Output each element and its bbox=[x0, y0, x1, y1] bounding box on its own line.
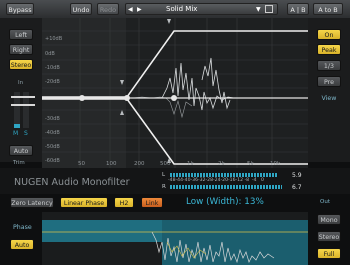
trim-fader-handle[interactable] bbox=[11, 96, 35, 98]
freq-scale: 50 100 200 500 1k 2k 5k 10k bbox=[78, 161, 281, 167]
stereo-channel-button[interactable]: Stereo bbox=[9, 59, 33, 70]
preset-prev-icon[interactable]: ◀ bbox=[128, 4, 136, 15]
brand-title: NUGEN Audio Monofilter bbox=[14, 177, 130, 188]
meter-l-value: 5.9 bbox=[292, 172, 302, 179]
top-toolbar: Bypass Undo Redo ◀ ▶ Solid Mix ▼ A | B A… bbox=[0, 0, 350, 19]
trim-fader-handle-s[interactable] bbox=[11, 104, 35, 106]
display-on-button[interactable]: On bbox=[317, 29, 341, 40]
node-crossover[interactable] bbox=[124, 95, 130, 101]
view-button[interactable]: View bbox=[317, 95, 341, 102]
phase-auto-button[interactable]: Auto bbox=[10, 239, 34, 250]
undo-button[interactable]: Undo bbox=[70, 3, 92, 15]
pre-button[interactable]: Pre bbox=[317, 76, 341, 87]
zero-latency-button[interactable]: Zero Latency bbox=[10, 197, 54, 208]
s-label: S bbox=[24, 130, 28, 137]
linear-phase-button[interactable]: Linear Phase bbox=[60, 197, 108, 208]
phase-label: Phase bbox=[13, 224, 32, 231]
meter-l-label: L bbox=[162, 172, 166, 178]
redo-button[interactable]: Redo bbox=[97, 3, 119, 15]
bypass-button[interactable]: Bypass bbox=[6, 3, 34, 15]
stereo-output-button[interactable]: Stereo bbox=[317, 231, 341, 242]
meter-r-label: R bbox=[162, 184, 166, 190]
link-button[interactable]: Link bbox=[141, 197, 163, 208]
in-label: In bbox=[18, 80, 24, 86]
node-high[interactable] bbox=[171, 95, 177, 101]
mono-button[interactable]: Mono bbox=[317, 214, 341, 225]
meter-r-value: 6.7 bbox=[292, 184, 302, 191]
a-to-b-button[interactable]: A to B bbox=[313, 3, 343, 15]
preset-selector[interactable]: ◀ ▶ Solid Mix ▼ bbox=[125, 3, 278, 15]
a-b-toggle-button[interactable]: A | B bbox=[287, 3, 309, 15]
left-channel-button[interactable]: Left bbox=[9, 29, 33, 40]
h2-button[interactable]: H2 bbox=[114, 197, 134, 208]
phase-display[interactable] bbox=[42, 212, 308, 265]
output-meter-r bbox=[170, 185, 282, 189]
trim-label: Trim bbox=[13, 160, 25, 166]
low-width-readout: Low (Width): 13% bbox=[186, 197, 264, 207]
preset-name: Solid Mix bbox=[166, 5, 198, 13]
out-label: Out bbox=[320, 199, 330, 205]
preset-save-icon[interactable] bbox=[265, 5, 273, 13]
auto-trim-button[interactable]: Auto bbox=[9, 145, 33, 156]
right-channel-button[interactable]: Right bbox=[9, 44, 33, 55]
preset-next-icon[interactable]: ▶ bbox=[137, 4, 145, 15]
m-label: M bbox=[13, 130, 19, 137]
db-scale: +10dB 0dB -10dB -20dB -30dB -40dB -50dB … bbox=[45, 36, 63, 164]
meter-scale: -48-44-40-36-32-28-24-20-16-12 -8 -4 0 bbox=[168, 178, 264, 183]
preset-menu-icon[interactable]: ▼ bbox=[256, 4, 261, 15]
peak-button[interactable]: Peak bbox=[317, 44, 341, 55]
third-octave-button[interactable]: 1/3 bbox=[317, 60, 341, 71]
full-button[interactable]: Full bbox=[317, 248, 341, 259]
output-meter-l bbox=[170, 173, 278, 177]
